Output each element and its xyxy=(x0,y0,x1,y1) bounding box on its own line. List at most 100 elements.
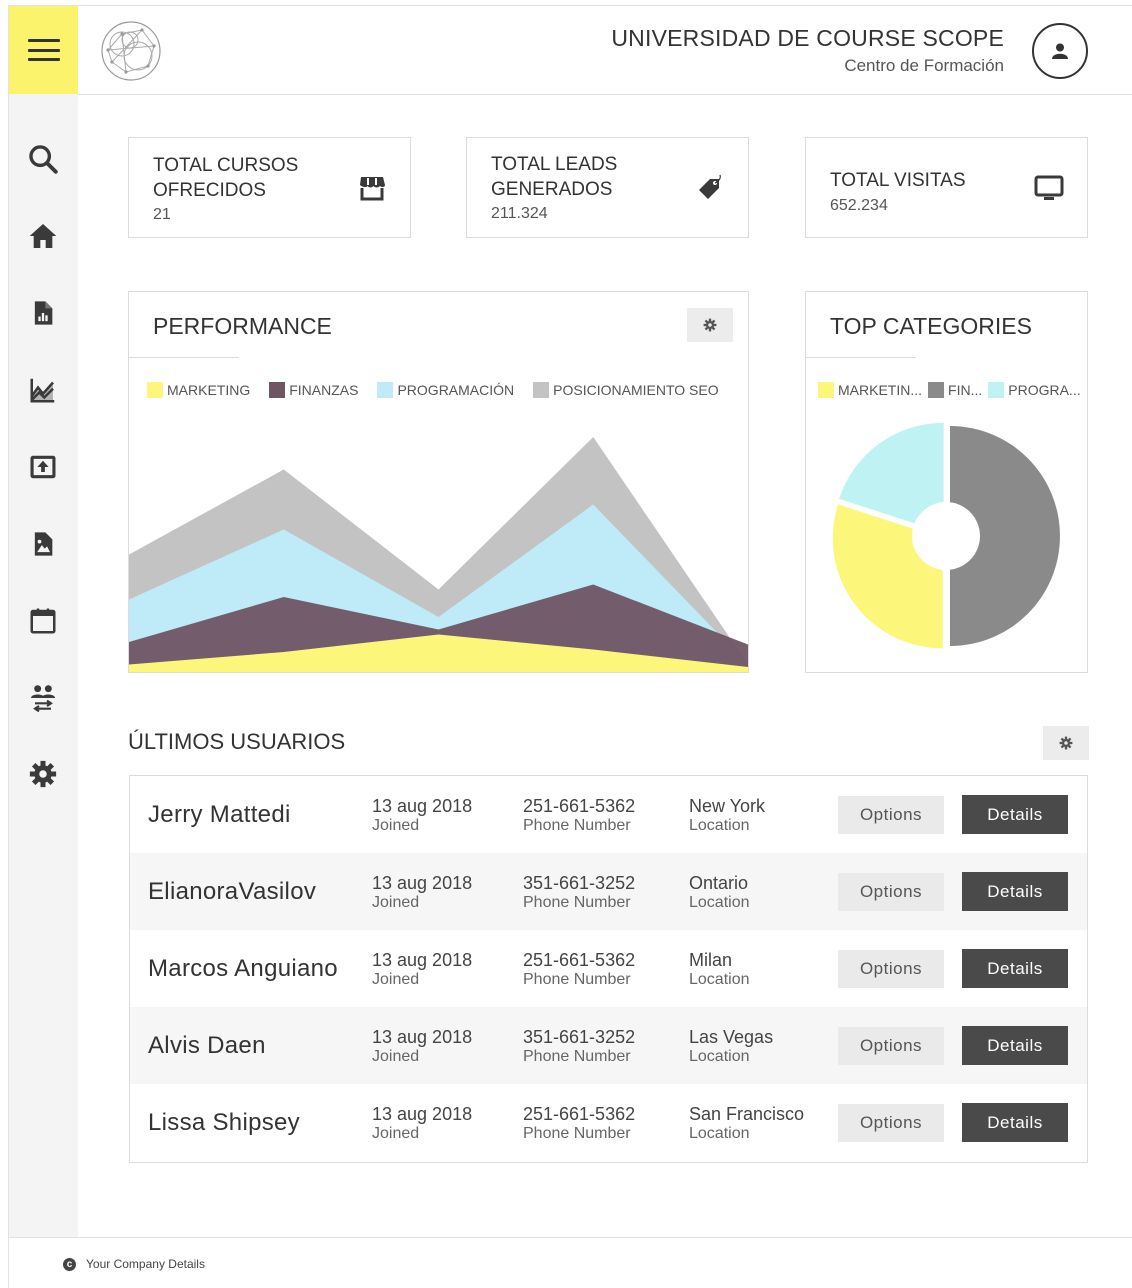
phone-cell: 251-661-5362 Phone Number xyxy=(523,1104,636,1142)
legend-label: PROGRA... xyxy=(1008,382,1081,398)
home-icon xyxy=(29,224,57,248)
sidebar-item-calendar[interactable] xyxy=(24,602,62,640)
stat-value: 21 xyxy=(153,206,171,223)
table-row: Marcos Anguiano 13 aug 2018 Joined 251-66… xyxy=(130,930,1087,1007)
sidebar-item-settings[interactable] xyxy=(24,755,62,793)
monitor-icon xyxy=(1033,172,1065,204)
legend-item-programacion[interactable]: PROGRAMACIÓN xyxy=(377,382,514,398)
legend-item-finanzas[interactable]: FINANZAS xyxy=(269,382,358,398)
sidebar-item-search[interactable] xyxy=(24,140,62,178)
copyright-icon: c xyxy=(63,1257,76,1271)
legend-item-marketing[interactable]: MARKETIN... xyxy=(818,382,922,398)
details-button[interactable]: Details xyxy=(962,872,1068,911)
stat-card-leads: TOTAL LEADS GENERADOS 211.324 xyxy=(466,137,749,238)
user-name: Jerry Mattedi xyxy=(148,801,291,828)
options-button[interactable]: Options xyxy=(838,796,944,834)
performance-settings-button[interactable] xyxy=(687,308,733,342)
users-section-title: ÚLTIMOS USUARIOS xyxy=(128,729,346,754)
location-cell: Milan Location xyxy=(689,950,750,988)
sidebar-item-analytics[interactable] xyxy=(24,371,62,409)
header-divider xyxy=(78,94,1132,95)
details-button[interactable]: Details xyxy=(962,1026,1068,1065)
details-button[interactable]: Details xyxy=(962,949,1068,988)
table-row: Alvis Daen 13 aug 2018 Joined 351-661-325… xyxy=(130,1007,1087,1084)
legend-swatch xyxy=(988,382,1005,398)
performance-panel: PERFORMANCE MARKETING FINANZAS PROGRAMAC… xyxy=(128,291,749,673)
joined-cell: 13 aug 2018 Joined xyxy=(372,950,473,988)
users-swap-icon xyxy=(31,685,55,713)
top-categories-donut-chart xyxy=(832,422,1060,649)
sidebar xyxy=(9,6,78,1237)
legend-item-seo[interactable]: POSICIONAMIENTO SEO xyxy=(533,382,719,398)
options-button[interactable]: Options xyxy=(838,950,944,988)
legend-label: MARKETING xyxy=(167,382,251,398)
joined-cell: 13 aug 2018 Joined xyxy=(372,1104,473,1142)
performance-title-rule xyxy=(129,357,239,358)
top-categories-panel: TOP CATEGORIES MARKETIN... FIN... PROGRA… xyxy=(805,291,1088,673)
legend-swatch xyxy=(818,382,834,398)
stat-card-cursos: TOTAL CURSOS OFRECIDOS 21 xyxy=(128,137,411,238)
hamburger-menu-button[interactable] xyxy=(9,6,78,94)
location-cell: Ontario Location xyxy=(689,873,750,911)
phone-cell: 351-661-3252 Phone Number xyxy=(523,873,636,911)
footer: c Your Company Details xyxy=(63,1257,205,1271)
legend-label: POSICIONAMIENTO SEO xyxy=(553,382,719,398)
top-categories-title: TOP CATEGORIES xyxy=(830,313,1032,339)
details-button[interactable]: Details xyxy=(962,1103,1068,1142)
joined-cell: 13 aug 2018 Joined xyxy=(372,873,473,911)
legend-label: MARKETIN... xyxy=(838,382,923,398)
hamburger-icon xyxy=(27,39,60,61)
legend-swatch xyxy=(377,382,394,398)
stat-value: 652.234 xyxy=(830,197,888,214)
stat-title: TOTAL LEADS GENERADOS xyxy=(491,154,618,200)
joined-cell: 13 aug 2018 Joined xyxy=(372,1027,473,1065)
legend-swatch xyxy=(269,382,286,398)
legend-item-programacion[interactable]: PROGRA... xyxy=(988,382,1081,398)
upload-icon xyxy=(30,455,56,479)
phone-cell: 351-661-3252 Phone Number xyxy=(523,1027,636,1065)
org-name: UNIVERSIDAD DE COURSE SCOPE xyxy=(611,25,1004,51)
sidebar-item-users[interactable] xyxy=(24,679,62,717)
user-icon xyxy=(1052,43,1068,59)
user-avatar-button[interactable] xyxy=(1032,23,1088,79)
options-button[interactable]: Options xyxy=(838,1104,944,1142)
users-table: Jerry Mattedi 13 aug 2018 Joined 251-661-… xyxy=(129,775,1088,1163)
table-row: Jerry Mattedi 13 aug 2018 Joined 251-661-… xyxy=(130,776,1087,853)
footer-divider xyxy=(9,1237,1132,1238)
stat-value: 211.324 xyxy=(491,205,548,222)
performance-title: PERFORMANCE xyxy=(153,313,332,339)
options-button[interactable]: Options xyxy=(838,1027,944,1065)
joined-cell: 13 aug 2018 Joined xyxy=(372,796,473,834)
image-file-icon xyxy=(34,532,53,556)
performance-area-chart xyxy=(129,437,748,672)
legend-swatch xyxy=(533,382,550,398)
stat-card-visitas: TOTAL VISITAS 652.234 xyxy=(805,137,1088,238)
footer-text: Your Company Details xyxy=(86,1257,205,1271)
sidebar-item-media[interactable] xyxy=(24,525,62,563)
gear-icon xyxy=(703,318,717,332)
settings-icon xyxy=(29,760,57,788)
sidebar-item-reports[interactable] xyxy=(24,294,62,332)
stat-title: TOTAL VISITAS xyxy=(830,170,966,191)
top-categories-title-rule xyxy=(806,357,916,358)
details-button[interactable]: Details xyxy=(962,795,1068,834)
store-icon xyxy=(356,172,388,204)
analytics-icon xyxy=(30,378,55,403)
donut-hole xyxy=(912,502,980,570)
search-icon xyxy=(29,145,58,174)
legend-item-finanzas[interactable]: FIN... xyxy=(928,382,982,398)
gear-icon xyxy=(1059,736,1073,750)
tag-icon xyxy=(694,172,726,204)
sidebar-item-home[interactable] xyxy=(24,217,62,255)
legend-item-marketing[interactable]: MARKETING xyxy=(147,382,250,398)
legend-label: FINANZAS xyxy=(289,382,359,398)
user-name: Alvis Daen xyxy=(148,1032,266,1059)
options-button[interactable]: Options xyxy=(838,873,944,911)
logo xyxy=(101,21,161,81)
users-settings-button[interactable] xyxy=(1043,726,1089,760)
report-icon xyxy=(34,301,53,325)
org-subtitle: Centro de Formación xyxy=(844,56,1004,75)
sidebar-item-upload[interactable] xyxy=(24,448,62,486)
performance-legend: MARKETING FINANZAS PROGRAMACIÓN POSICION… xyxy=(147,382,719,398)
stat-title: TOTAL CURSOS OFRECIDOS xyxy=(153,155,299,201)
